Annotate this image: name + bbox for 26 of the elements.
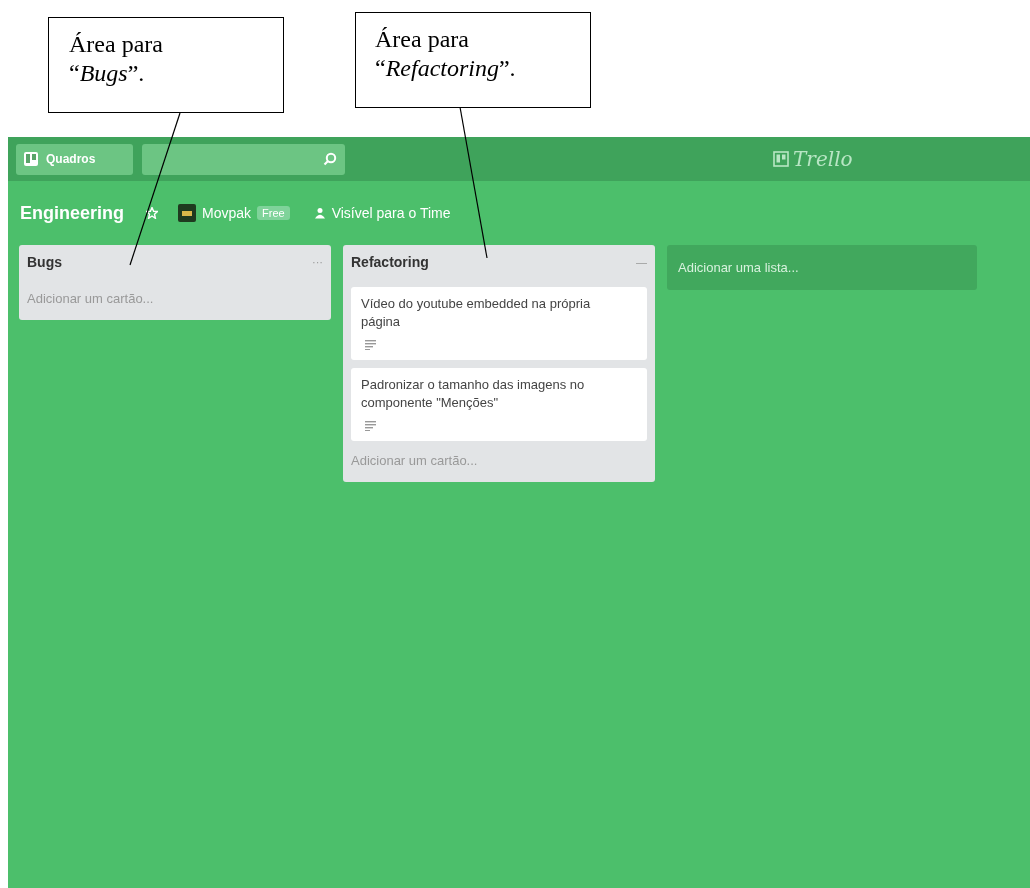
add-card-link[interactable]: Adicionar um cartão... — [27, 287, 154, 312]
people-icon — [313, 207, 326, 219]
card-title: Padronizar o tamanho das imagens no componente "Menções" — [361, 376, 586, 412]
search-icon — [323, 152, 337, 166]
card[interactable]: Vídeo do youtube embedded na própria página — [351, 287, 647, 360]
card[interactable]: Padronizar o tamanho das imagens no componente "Menções" — [351, 368, 647, 441]
team-name[interactable]: Movpak — [202, 205, 252, 221]
list-menu[interactable]: — — [636, 256, 647, 268]
board-icon — [773, 151, 789, 167]
list-menu[interactable]: ··· — [312, 256, 323, 268]
visibility-label[interactable]: Visível para o Time — [331, 205, 451, 221]
list-title[interactable]: Refactoring — [351, 254, 429, 270]
add-card-link[interactable]: Adicionar um cartão... — [351, 449, 478, 474]
list-title[interactable]: Bugs — [27, 254, 62, 270]
star-icon[interactable] — [146, 207, 158, 219]
board-icon — [24, 152, 38, 166]
card-title: Vídeo do youtube embedded na própria página — [361, 295, 592, 331]
plan-badge: Free — [257, 206, 290, 220]
callout-box: Área para “Refactoring”. — [355, 12, 591, 108]
trello-logo[interactable]: Trello — [773, 147, 853, 171]
team-logo-icon — [178, 204, 196, 222]
search-field[interactable] — [142, 143, 345, 175]
callout-box: Área para “Bugs”. — [48, 17, 284, 113]
board-title[interactable]: Engineering — [20, 202, 124, 224]
add-list-button[interactable]: Adicionar uma lista... — [667, 245, 977, 290]
boards-button[interactable]: Quadros — [16, 143, 133, 175]
